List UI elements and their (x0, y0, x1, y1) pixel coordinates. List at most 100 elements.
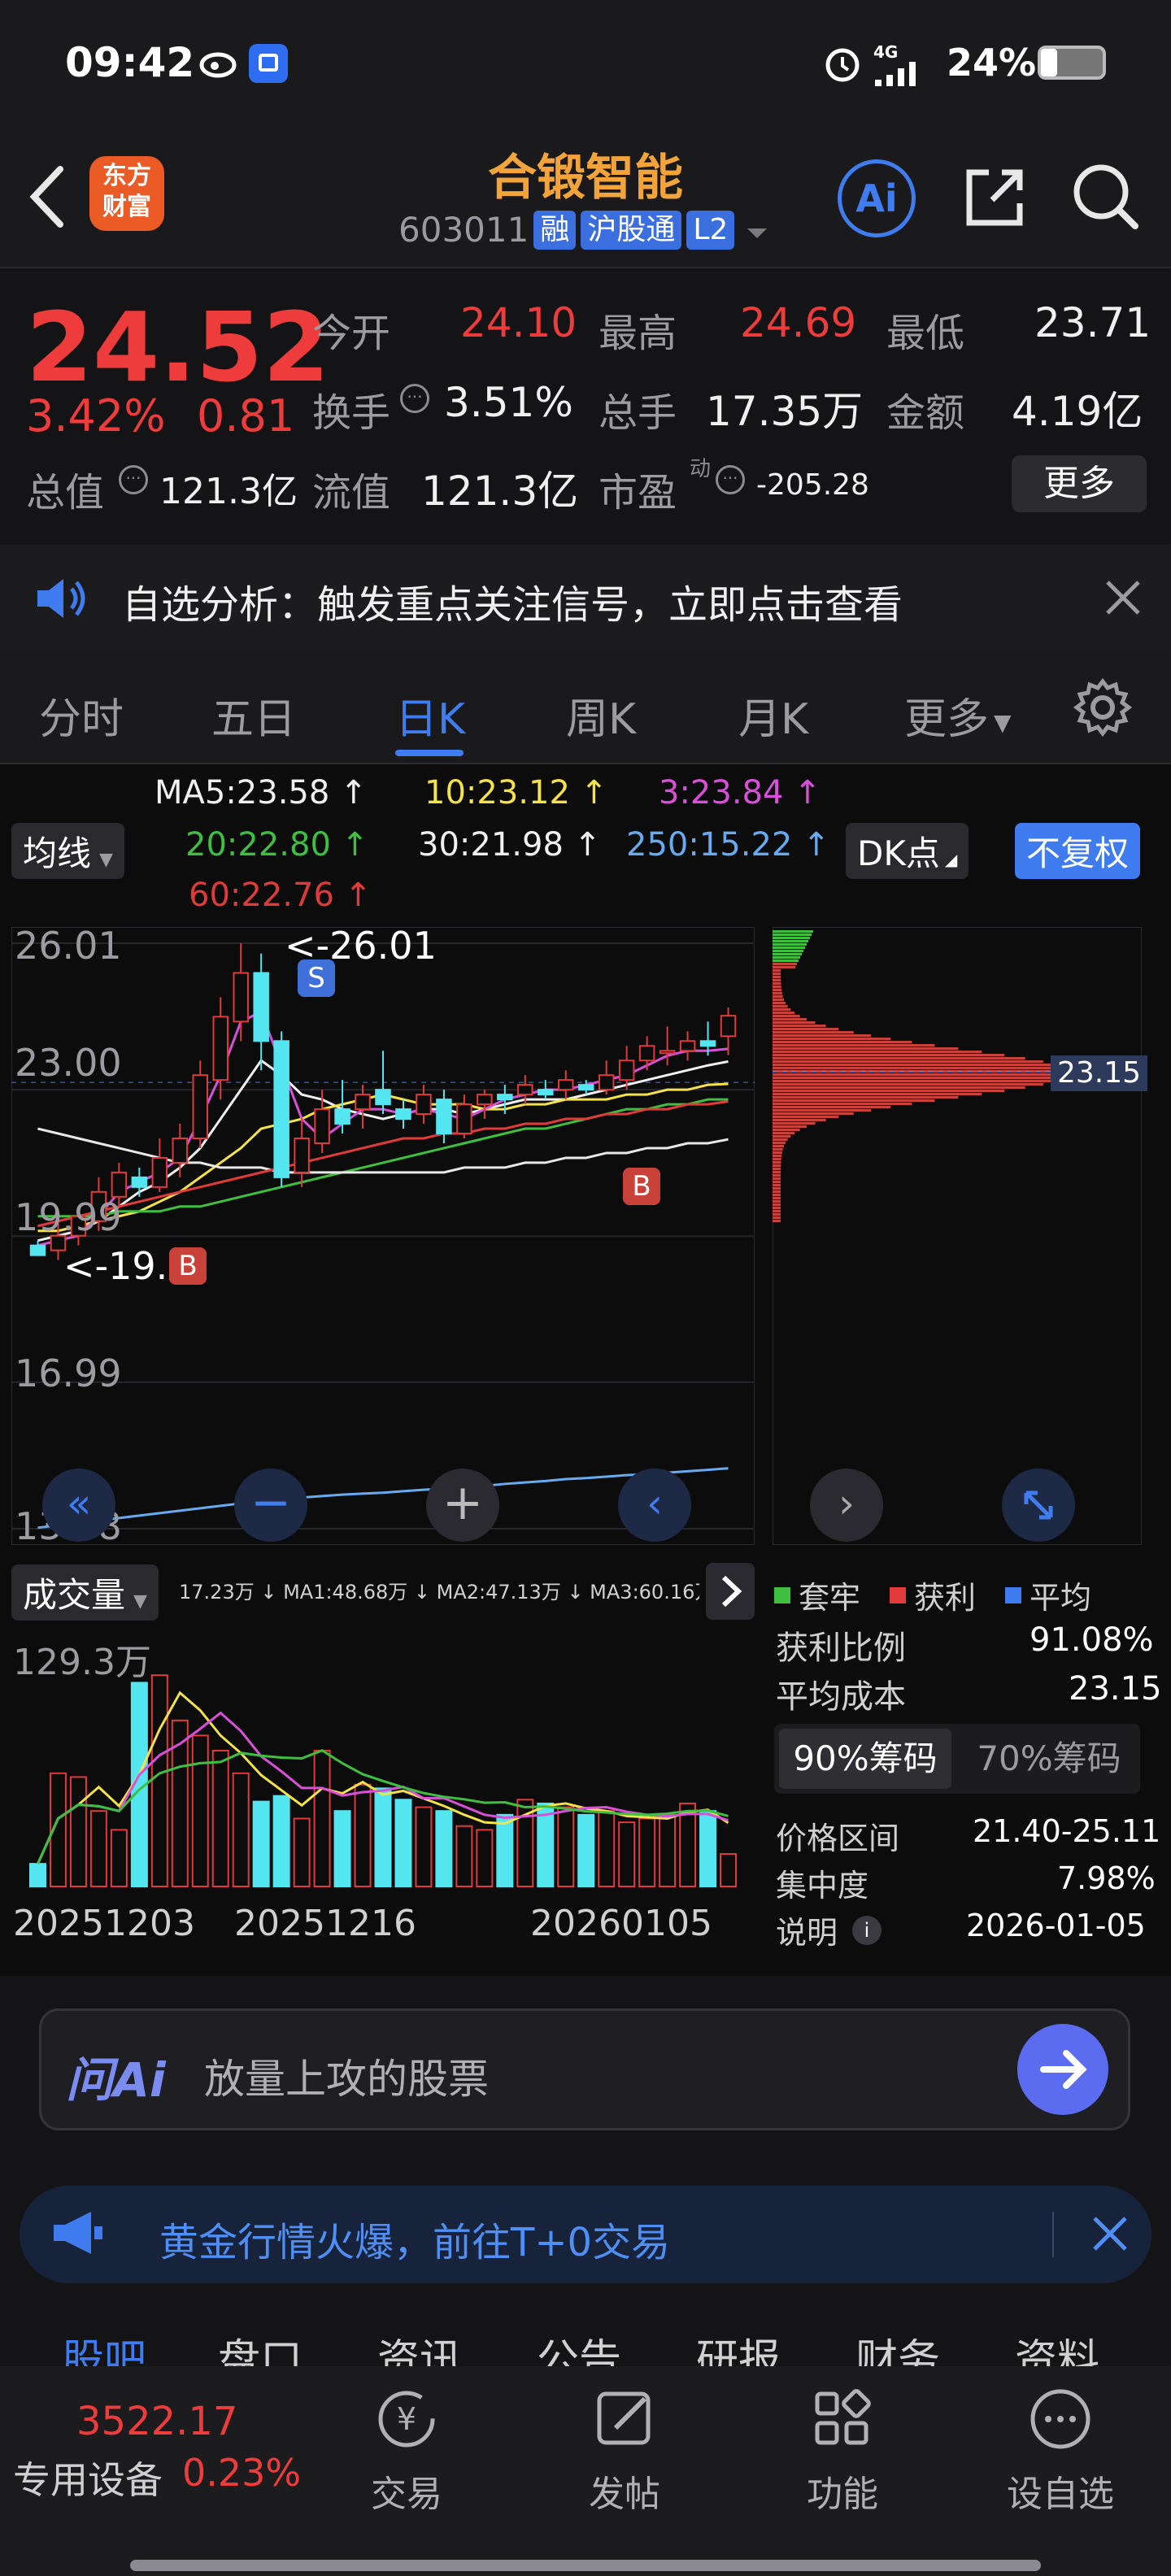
candle[interactable] (577, 1084, 594, 1091)
adjust-mode-button[interactable]: 不复权 (1015, 823, 1141, 879)
tab-intraday[interactable]: 分时 (39, 685, 124, 746)
volume-bar[interactable] (638, 1817, 656, 1887)
sell-signal-badge[interactable]: S (298, 959, 335, 997)
nav-trade[interactable]: ¥ 交易 (325, 2382, 488, 2517)
volume-bar[interactable] (720, 1853, 738, 1887)
volume-bar[interactable] (496, 1813, 514, 1887)
candle[interactable] (233, 972, 249, 1023)
tab-chip-70[interactable]: 70%筹码 (963, 1729, 1135, 1789)
nav-post[interactable]: 发帖 (543, 2382, 706, 2517)
tab-more[interactable]: 更多 ▼ (904, 685, 1012, 746)
tab-announcement[interactable]: 公告 (537, 2326, 621, 2368)
candle[interactable] (111, 1171, 128, 1198)
volume-bar[interactable] (28, 1863, 46, 1888)
volume-bar[interactable] (293, 1817, 311, 1887)
scroll-left-button[interactable]: ‹ (618, 1469, 691, 1542)
volume-bar[interactable] (252, 1800, 270, 1887)
candle[interactable] (314, 1108, 330, 1144)
stock-code-row[interactable]: 603011 融 沪股通 L2 (398, 210, 768, 250)
rewind-button[interactable]: « (42, 1469, 115, 1542)
volume-bar[interactable] (476, 1829, 494, 1887)
gold-trading-banner[interactable]: 黄金行情火爆，前往T+0交易 (20, 2186, 1151, 2283)
buy-signal-badge[interactable]: B (169, 1247, 207, 1285)
tab-weekly-k[interactable]: 周K (566, 685, 636, 746)
volume-bar[interactable] (455, 1825, 473, 1887)
candle[interactable] (517, 1084, 533, 1096)
volume-bar[interactable] (577, 1813, 595, 1887)
candle[interactable] (497, 1094, 513, 1101)
candle[interactable] (659, 1050, 676, 1055)
candle[interactable] (355, 1094, 371, 1111)
zoom-out-button[interactable]: − (234, 1469, 307, 1542)
candle[interactable] (538, 1089, 554, 1096)
candle[interactable] (638, 1045, 655, 1062)
volume-bar[interactable] (659, 1813, 677, 1887)
close-icon[interactable] (1103, 577, 1143, 621)
settings-gear-icon[interactable] (1072, 677, 1134, 742)
candle[interactable] (273, 1040, 289, 1178)
volume-bar[interactable] (354, 1783, 372, 1887)
nav-functions[interactable]: 功能 (761, 2382, 924, 2517)
candle[interactable] (436, 1099, 452, 1135)
volume-bar[interactable] (272, 1795, 290, 1887)
volume-bar[interactable] (394, 1799, 412, 1888)
candle[interactable] (294, 1138, 310, 1173)
candle[interactable] (618, 1060, 635, 1081)
info-circle-icon[interactable]: ··· (716, 465, 745, 494)
candle[interactable] (598, 1074, 615, 1091)
candle[interactable] (334, 1108, 350, 1125)
volume-bar[interactable] (211, 1749, 229, 1887)
share-icon[interactable] (960, 163, 1030, 236)
candle[interactable] (720, 1015, 737, 1038)
tab-forum[interactable]: 股吧 (62, 2326, 146, 2368)
chip-distribution-chart[interactable] (773, 927, 1142, 1545)
ai-submit-button[interactable] (1017, 2024, 1108, 2115)
tab-monthly-k[interactable]: 月K (738, 685, 808, 746)
chip-note-row[interactable]: 说明 i (776, 1908, 882, 1952)
more-button[interactable]: 更多 (1012, 455, 1147, 512)
kline-chart[interactable] (11, 927, 755, 1545)
candle[interactable] (212, 1016, 229, 1081)
volume-bar[interactable] (618, 1821, 636, 1888)
volume-bar[interactable] (110, 1829, 128, 1887)
ai-question-text[interactable]: 放量上攻的股票 (204, 2047, 489, 2105)
volume-bar[interactable] (191, 1734, 209, 1887)
volume-bar[interactable] (171, 1719, 189, 1887)
candle[interactable] (679, 1040, 696, 1052)
tab-profile[interactable]: 资料 (1015, 2326, 1099, 2368)
candle[interactable] (395, 1108, 411, 1120)
volume-bar[interactable] (232, 1772, 250, 1887)
candle[interactable] (416, 1094, 432, 1116)
candle[interactable] (456, 1103, 472, 1135)
volume-bar[interactable] (374, 1787, 392, 1887)
candle[interactable] (192, 1074, 208, 1140)
tab-finance[interactable]: 财务 (855, 2326, 940, 2368)
notice-text[interactable]: 自选分析：触发重点关注信号，立即点击查看 (122, 572, 903, 629)
tab-orderbook[interactable]: 盘口 (218, 2326, 303, 2368)
candle[interactable] (29, 1244, 46, 1256)
candle[interactable] (151, 1156, 168, 1188)
volume-bar[interactable] (415, 1806, 433, 1887)
ai-question-bar[interactable]: 问Ai 放量上攻的股票 (39, 2008, 1130, 2130)
candle[interactable] (172, 1138, 189, 1164)
index-ticker[interactable]: 3522.17 专用设备 0.23% (0, 2366, 309, 2513)
fullscreen-icon[interactable] (1002, 1469, 1075, 1542)
volume-bar[interactable] (699, 1810, 717, 1888)
ma-selector[interactable]: 均线 ▼ (11, 823, 124, 879)
gold-banner-text[interactable]: 黄金行情火爆，前往T+0交易 (159, 2210, 670, 2267)
expand-right-button[interactable]: › (810, 1469, 883, 1542)
tab-news[interactable]: 资讯 (377, 2326, 462, 2368)
volume-selector[interactable]: 成交量 ▼ (11, 1564, 159, 1621)
candle[interactable] (253, 972, 269, 1042)
candle[interactable] (477, 1094, 493, 1106)
info-circle-icon[interactable]: ··· (119, 465, 148, 494)
tab-daily-k[interactable]: 日K (395, 685, 465, 746)
notice-bar[interactable]: 自选分析：触发重点关注信号，立即点击查看 (0, 545, 1171, 651)
info-circle-icon[interactable]: ··· (400, 384, 429, 413)
volume-bar[interactable] (89, 1810, 107, 1888)
tab-five-day[interactable]: 五日 (211, 685, 296, 746)
volume-legend-next-button[interactable] (706, 1563, 755, 1620)
volume-bar[interactable] (333, 1810, 351, 1888)
volume-bar[interactable] (679, 1802, 697, 1887)
volume-bar[interactable] (69, 1776, 87, 1887)
